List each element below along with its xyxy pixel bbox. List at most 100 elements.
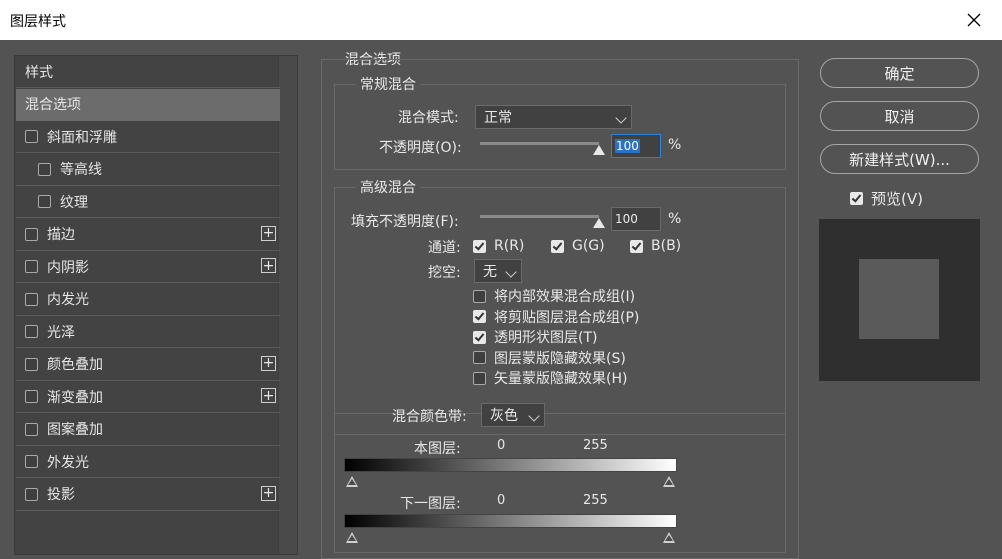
advanced-option-checkbox[interactable]: 将内部效果混合成组(I) xyxy=(473,286,635,306)
add-icon[interactable]: + xyxy=(261,258,276,273)
add-icon[interactable]: + xyxy=(261,225,276,241)
this-layer-label: 本图层: xyxy=(414,441,461,457)
this-layer-black-handle[interactable] xyxy=(346,476,358,487)
underlying-layer-white-handle[interactable] xyxy=(663,532,675,543)
checkbox-icon[interactable] xyxy=(25,455,38,468)
style-list-scrollbar[interactable] xyxy=(278,56,297,554)
sidebar-item[interactable]: 样式 xyxy=(16,56,280,88)
knockout-select[interactable]: 无 xyxy=(474,259,522,283)
underlying-layer-low: 0 xyxy=(497,493,506,508)
underlying-layer-label: 下一图层: xyxy=(400,496,461,512)
channel-g-label: G(G) xyxy=(572,238,605,254)
ok-button[interactable]: 确定 xyxy=(820,58,979,88)
underlying-layer-black-handle[interactable] xyxy=(346,532,358,543)
channel-b-checkbox[interactable]: B(B) xyxy=(630,238,681,254)
checkbox-icon[interactable] xyxy=(25,227,38,241)
chevron-down-icon xyxy=(528,410,540,422)
fill-opacity-slider-thumb[interactable] xyxy=(593,218,605,228)
new-style-button[interactable]: 新建样式(W)... xyxy=(820,144,979,174)
sidebar-item-label: 斜面和浮雕 xyxy=(47,129,117,146)
advanced-option-checkbox[interactable]: 将剪贴图层混合成组(P) xyxy=(473,307,639,327)
sidebar-item-label: 投影 xyxy=(47,487,75,503)
add-icon[interactable]: + xyxy=(261,485,276,501)
this-layer-gradient[interactable] xyxy=(344,458,677,472)
checkbox-icon[interactable] xyxy=(25,325,38,338)
blend-mode-select[interactable]: 正常 xyxy=(475,105,632,129)
advanced-option-label: 透明形状图层(T) xyxy=(494,330,598,346)
checkbox-icon[interactable] xyxy=(25,260,38,273)
chevron-down-icon xyxy=(505,266,517,278)
advanced-option-label: 将剪贴图层混合成组(P) xyxy=(494,309,640,326)
sidebar-item[interactable]: 图案叠加 xyxy=(16,414,280,446)
fill-opacity-slider[interactable] xyxy=(480,215,605,228)
this-layer-white-handle[interactable] xyxy=(663,476,675,487)
sidebar-item[interactable]: 描边 + xyxy=(16,219,280,251)
general-blending-title: 常规混合 xyxy=(356,74,420,94)
dialog-body: 样式 混合选项 斜面和浮雕 等高线 纹理 描边 + 内阴影 + 内发光 光泽 颜色叠加 + 渐变叠加 + 图案… xyxy=(0,40,1002,559)
checkbox-icon[interactable] xyxy=(38,195,51,208)
preview-checkbox[interactable]: 预览(V) xyxy=(850,188,923,209)
checkbox-icon[interactable] xyxy=(38,162,51,176)
opacity-input[interactable]: 100 xyxy=(611,134,661,158)
chevron-down-icon xyxy=(615,112,627,124)
underlying-layer-high: 255 xyxy=(583,493,608,508)
checkbox-icon xyxy=(850,192,863,205)
blend-if-select[interactable]: 灰色 xyxy=(481,403,545,427)
channel-r-checkbox[interactable]: R(R) xyxy=(473,238,524,254)
sidebar-item[interactable]: 内发光 xyxy=(16,284,280,316)
advanced-option-label: 图层蒙版隐藏效果(S) xyxy=(494,350,626,367)
opacity-slider[interactable] xyxy=(480,142,605,155)
checkbox-icon xyxy=(473,289,486,303)
blend-mode-value: 正常 xyxy=(484,110,512,126)
underlying-layer-gradient[interactable] xyxy=(344,514,677,528)
sidebar-item-label: 纹理 xyxy=(60,194,88,211)
sidebar-item[interactable]: 斜面和浮雕 xyxy=(16,121,280,153)
cancel-button[interactable]: 取消 xyxy=(820,101,979,131)
checkbox-icon[interactable] xyxy=(25,292,38,306)
sidebar-item[interactable]: 混合选项 xyxy=(16,88,280,121)
checkbox-icon[interactable] xyxy=(25,357,38,371)
style-preview xyxy=(819,219,980,381)
fill-opacity-value: 100 xyxy=(615,212,638,226)
add-icon[interactable]: + xyxy=(261,388,276,403)
sidebar-item-label: 混合选项 xyxy=(25,97,81,113)
sidebar-item[interactable]: 光泽 xyxy=(16,316,280,348)
advanced-option-checkbox[interactable]: 透明形状图层(T) xyxy=(473,327,597,347)
sidebar-item-label: 颜色叠加 xyxy=(47,357,103,373)
add-icon[interactable]: + xyxy=(261,355,276,371)
sidebar-item[interactable]: 纹理 xyxy=(16,186,280,218)
checkbox-icon[interactable] xyxy=(25,487,38,501)
advanced-option-label: 将内部效果混合成组(I) xyxy=(494,289,636,305)
advanced-option-checkbox[interactable]: 图层蒙版隐藏效果(S) xyxy=(473,348,626,368)
checkbox-icon xyxy=(473,351,486,364)
checkbox-icon[interactable] xyxy=(25,130,38,143)
sidebar-item[interactable]: 投影 + xyxy=(16,479,280,511)
opacity-unit: % xyxy=(668,137,682,153)
channels-label: 通道: xyxy=(428,240,461,256)
channel-g-checkbox[interactable]: G(G) xyxy=(551,238,605,254)
sidebar-item[interactable]: 外发光 xyxy=(16,446,280,478)
window-title: 图层样式 xyxy=(10,14,66,30)
close-icon xyxy=(967,13,981,27)
checkbox-icon[interactable] xyxy=(25,422,38,436)
checkbox-icon xyxy=(473,330,486,344)
checkbox-icon[interactable] xyxy=(25,390,38,403)
sidebar-item[interactable]: 渐变叠加 + xyxy=(16,381,280,413)
blend-if-value: 灰色 xyxy=(490,408,518,424)
advanced-option-checkbox[interactable]: 矢量蒙版隐藏效果(H) xyxy=(473,368,627,388)
sidebar-item-label: 光泽 xyxy=(47,324,75,341)
knockout-value: 无 xyxy=(483,264,497,280)
blend-mode-label: 混合模式: xyxy=(398,110,459,126)
channel-b-label: B(B) xyxy=(651,238,682,254)
opacity-slider-thumb[interactable] xyxy=(593,145,605,155)
fill-opacity-unit: % xyxy=(668,211,682,227)
sidebar-item[interactable]: 等高线 xyxy=(16,154,280,186)
knockout-label: 挖空: xyxy=(428,265,461,281)
fill-opacity-input[interactable]: 100 xyxy=(611,207,661,231)
close-button[interactable] xyxy=(946,0,1002,40)
this-layer-low: 0 xyxy=(497,438,506,453)
sidebar-item[interactable]: 内阴影 + xyxy=(16,251,280,283)
channel-r-label: R(R) xyxy=(494,238,525,254)
sidebar-item[interactable]: 颜色叠加 + xyxy=(16,349,280,381)
title-bar: 图层样式 xyxy=(0,0,1002,41)
